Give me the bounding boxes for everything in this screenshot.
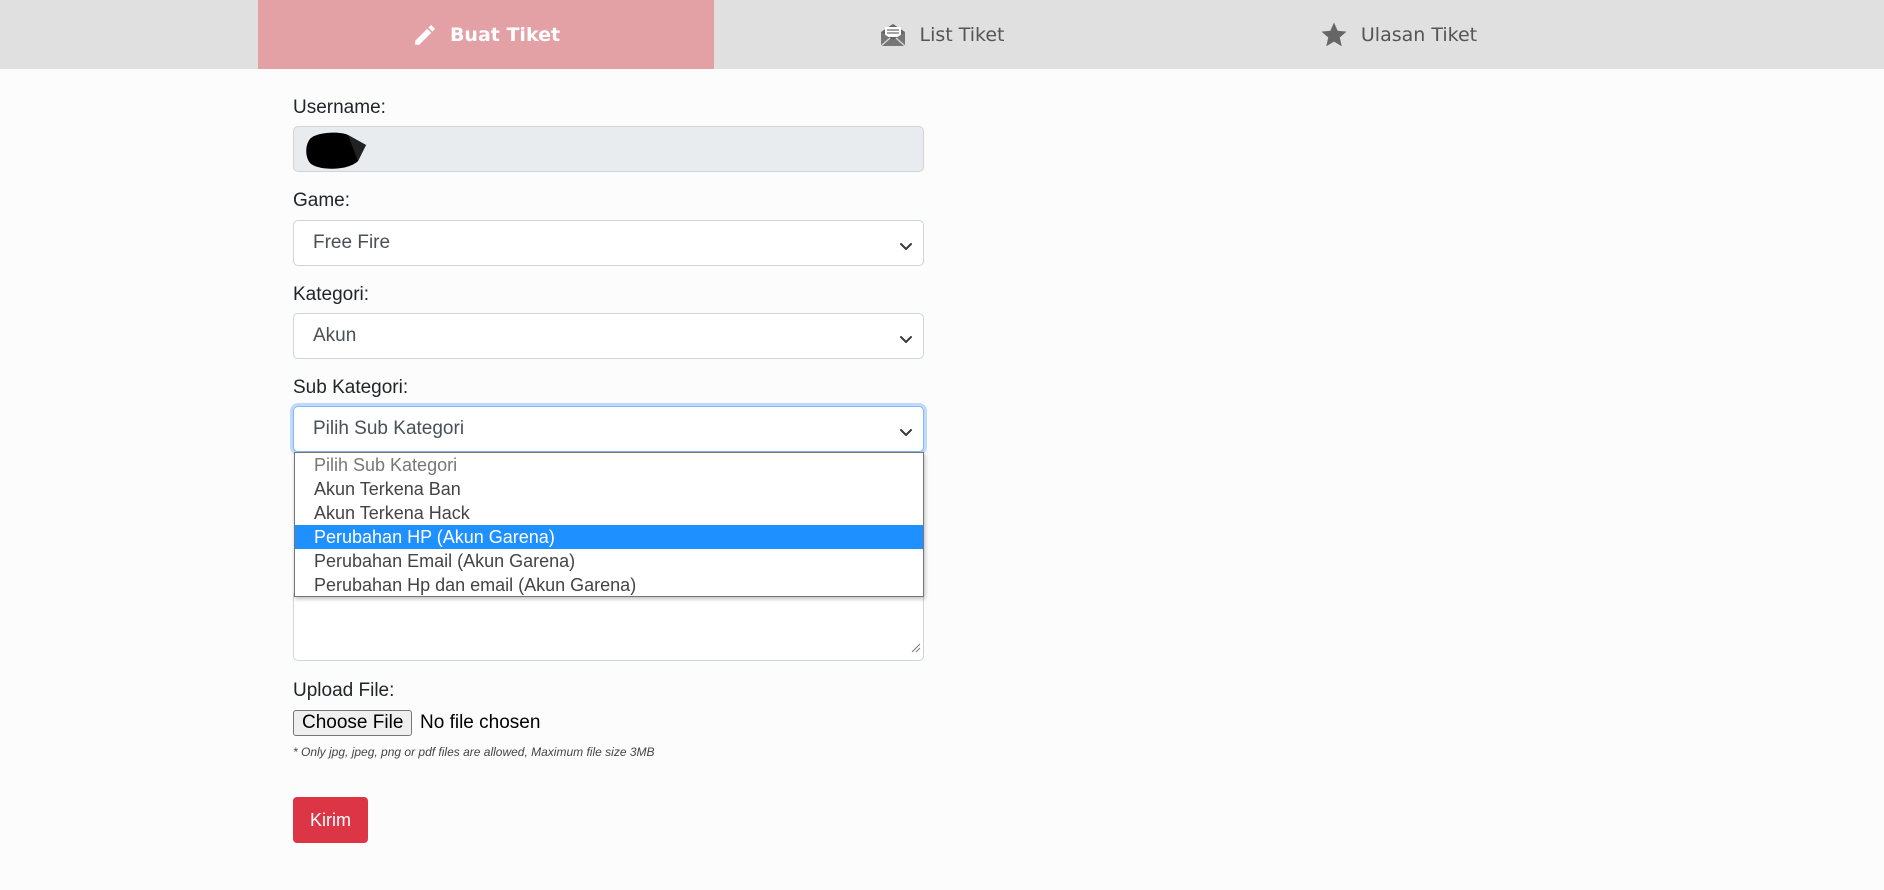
submit-button[interactable]: Kirim	[293, 797, 368, 843]
subkategori-select-value: Pilih Sub Kategori	[313, 418, 465, 439]
pencil-icon	[412, 22, 438, 48]
kategori-select[interactable]: Akun	[293, 313, 924, 359]
envelope-open-icon	[879, 22, 907, 48]
dropdown-option[interactable]: Akun Terkena Ban	[295, 477, 923, 501]
username-field	[293, 126, 924, 172]
dropdown-option[interactable]: Perubahan Email (Akun Garena)	[295, 549, 923, 573]
subkategori-select[interactable]: Pilih Sub Kategori	[293, 406, 924, 452]
tab-bar: Buat Tiket List Tiket Ulasan Tiket	[0, 0, 1884, 69]
tab-list-tiket-label: List Tiket	[919, 23, 1005, 46]
dropdown-option[interactable]: Akun Terkena Hack	[295, 501, 923, 525]
tab-ulasan-tiket-label: Ulasan Tiket	[1360, 23, 1478, 46]
star-icon	[1319, 20, 1349, 50]
upload-note: * Only jpg, jpeg, png or pdf files are a…	[293, 745, 655, 759]
game-select[interactable]: Free Fire	[293, 220, 924, 266]
subkategori-label: Sub Kategori:	[293, 377, 409, 398]
upload-label: Upload File:	[293, 680, 395, 701]
game-select-value: Free Fire	[313, 232, 391, 253]
tab-buat-tiket-label: Buat Tiket	[449, 23, 561, 46]
dropdown-option-highlighted[interactable]: Perubahan HP (Akun Garena)	[295, 525, 923, 549]
username-label: Username:	[293, 97, 386, 118]
no-file-text: No file chosen	[420, 712, 541, 733]
kategori-select-value: Akun	[313, 325, 357, 346]
redacted-username	[304, 131, 366, 177]
tab-ulasan-tiket[interactable]: Ulasan Tiket	[1170, 0, 1626, 69]
description-textarea[interactable]	[293, 590, 924, 661]
game-label: Game:	[293, 190, 351, 211]
tab-list-tiket[interactable]: List Tiket	[714, 0, 1170, 69]
tab-buat-tiket[interactable]: Buat Tiket	[258, 0, 714, 69]
subkategori-dropdown-list: Pilih Sub Kategori Akun Terkena Ban Akun…	[294, 452, 924, 597]
resize-handle-icon[interactable]	[909, 640, 921, 658]
choose-file-button[interactable]: Choose File	[293, 710, 413, 736]
kategori-label: Kategori:	[293, 284, 370, 305]
chevron-down-icon	[899, 237, 913, 259]
chevron-down-icon	[899, 330, 913, 352]
dropdown-option[interactable]: Pilih Sub Kategori	[295, 453, 923, 477]
dropdown-option[interactable]: Perubahan Hp dan email (Akun Garena)	[295, 573, 923, 597]
chevron-down-icon	[899, 423, 913, 445]
